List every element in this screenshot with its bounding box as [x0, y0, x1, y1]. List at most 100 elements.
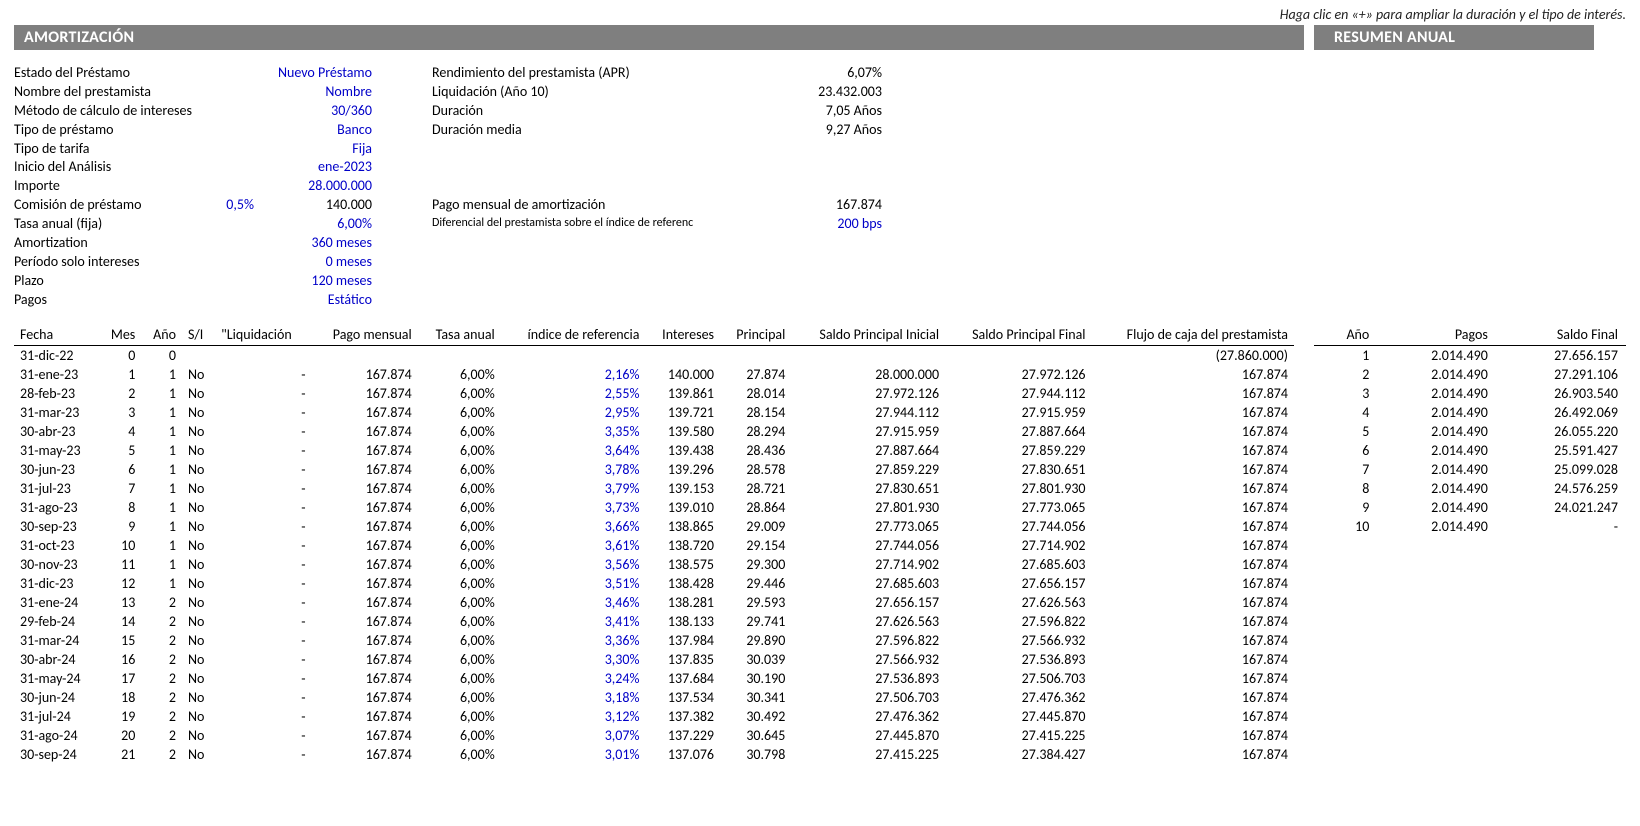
table-cell: No [182, 650, 215, 669]
info-extra [204, 140, 262, 159]
table-cell: 167.874 [312, 593, 418, 612]
table-cell: 167.874 [312, 688, 418, 707]
table-cell: 6,00% [418, 612, 501, 631]
table-cell: 20 [99, 726, 142, 745]
table-cell: 140.000 [645, 365, 720, 384]
table-cell: 6,00% [418, 669, 501, 688]
table-cell: No [182, 612, 215, 631]
table-cell: 30-abr-24 [14, 650, 99, 669]
table-cell: 30.492 [720, 707, 791, 726]
info-extra [204, 253, 262, 272]
table-cell: 167.874 [1092, 574, 1294, 593]
table-cell: 167.874 [312, 650, 418, 669]
table-cell [418, 345, 501, 365]
info-value: 30/360 [262, 102, 372, 121]
table-cell: 1 [141, 365, 182, 384]
table-row: 30-jun-24182No-167.8746,00%3,18%137.5343… [14, 688, 1294, 707]
table-cell: 27.773.065 [945, 498, 1091, 517]
table-cell: 27.506.703 [945, 669, 1091, 688]
info-value: 23.432.003 [772, 83, 882, 102]
table-cell: 27.714.902 [945, 536, 1091, 555]
table-cell: 167.874 [312, 384, 418, 403]
table-cell: 31-may-24 [14, 669, 99, 688]
table-cell: No [182, 479, 215, 498]
table-cell: 27.915.959 [945, 403, 1091, 422]
table-cell: 27.445.870 [945, 707, 1091, 726]
table-header: Año [141, 324, 182, 346]
table-cell: 3,51% [501, 574, 646, 593]
table-cell: 1 [141, 498, 182, 517]
table-cell: 27.536.893 [791, 669, 945, 688]
table-cell: - [215, 365, 311, 384]
table-cell: 30-abr-23 [14, 422, 99, 441]
table-cell: 3,46% [501, 593, 646, 612]
table-cell: 167.874 [312, 555, 418, 574]
table-cell: 27.384.427 [945, 745, 1091, 764]
table-cell: - [215, 517, 311, 536]
table-cell: 137.229 [645, 726, 720, 745]
info-label: Duración media [432, 121, 772, 140]
table-row: 42.014.49026.492.069 [1314, 403, 1626, 422]
table-cell: 138.133 [645, 612, 720, 631]
table-cell: 2,55% [501, 384, 646, 403]
info-label: Amortization [14, 234, 204, 253]
table-cell: 2.014.490 [1377, 498, 1496, 517]
table-cell: 167.874 [1092, 441, 1294, 460]
table-cell: - [1496, 517, 1626, 536]
table-cell: 27.801.930 [791, 498, 945, 517]
table-cell: 25.099.028 [1496, 460, 1626, 479]
info-value: 7,05 Años [772, 102, 882, 121]
table-cell: 29-feb-24 [14, 612, 99, 631]
table-cell: - [215, 650, 311, 669]
info-label: Liquidación (Año 10) [432, 83, 772, 102]
info-value: 6,00% [262, 215, 372, 234]
table-cell: 167.874 [1092, 536, 1294, 555]
info-extra [204, 215, 262, 234]
table-cell: 1 [99, 365, 142, 384]
table-cell: No [182, 365, 215, 384]
table-cell: 2.014.490 [1377, 403, 1496, 422]
table-cell: 10 [99, 536, 142, 555]
table-cell: 138.720 [645, 536, 720, 555]
table-cell: 24.576.259 [1496, 479, 1626, 498]
table-cell: 138.281 [645, 593, 720, 612]
table-cell: 167.874 [312, 574, 418, 593]
table-cell: 2.014.490 [1377, 441, 1496, 460]
table-row: 82.014.49024.576.259 [1314, 479, 1626, 498]
table-cell: 139.721 [645, 403, 720, 422]
table-cell: 30.645 [720, 726, 791, 745]
info-label: Pago mensual de amortización [432, 196, 772, 215]
table-cell: 138.865 [645, 517, 720, 536]
table-cell: No [182, 745, 215, 764]
info-value: 140.000 [262, 196, 372, 215]
table-cell: 8 [99, 498, 142, 517]
table-cell: 167.874 [312, 707, 418, 726]
table-cell: - [215, 745, 311, 764]
table-cell: 3,41% [501, 612, 646, 631]
table-cell: 167.874 [1092, 422, 1294, 441]
section-resumen-anual: RESUMEN ANUAL [1314, 25, 1594, 50]
table-cell: 2,95% [501, 403, 646, 422]
table-cell: 137.382 [645, 707, 720, 726]
table-cell: 167.874 [312, 631, 418, 650]
table-cell [312, 345, 418, 365]
table-cell: 2 [99, 384, 142, 403]
info-row: Importe28.000.000 [14, 177, 372, 196]
table-cell: 27.536.893 [945, 650, 1091, 669]
table-cell: 6,00% [418, 498, 501, 517]
amortization-table: FechaMesAñoS/I"LiquidaciónPago mensualTa… [14, 324, 1294, 764]
table-cell: 167.874 [312, 365, 418, 384]
table-cell: 2.014.490 [1377, 422, 1496, 441]
table-cell: 6,00% [418, 631, 501, 650]
table-cell: 167.874 [312, 422, 418, 441]
table-cell: 31-ago-23 [14, 498, 99, 517]
info-row: Diferencial del prestamista sobre el índ… [432, 215, 882, 234]
table-cell: 9 [99, 517, 142, 536]
table-cell: 6,00% [418, 403, 501, 422]
table-cell: 27.506.703 [791, 688, 945, 707]
table-cell: 15 [99, 631, 142, 650]
table-cell: 167.874 [1092, 745, 1294, 764]
table-cell: 31-ene-23 [14, 365, 99, 384]
table-cell: 31-jul-23 [14, 479, 99, 498]
info-row: Liquidación (Año 10)23.432.003 [432, 83, 882, 102]
